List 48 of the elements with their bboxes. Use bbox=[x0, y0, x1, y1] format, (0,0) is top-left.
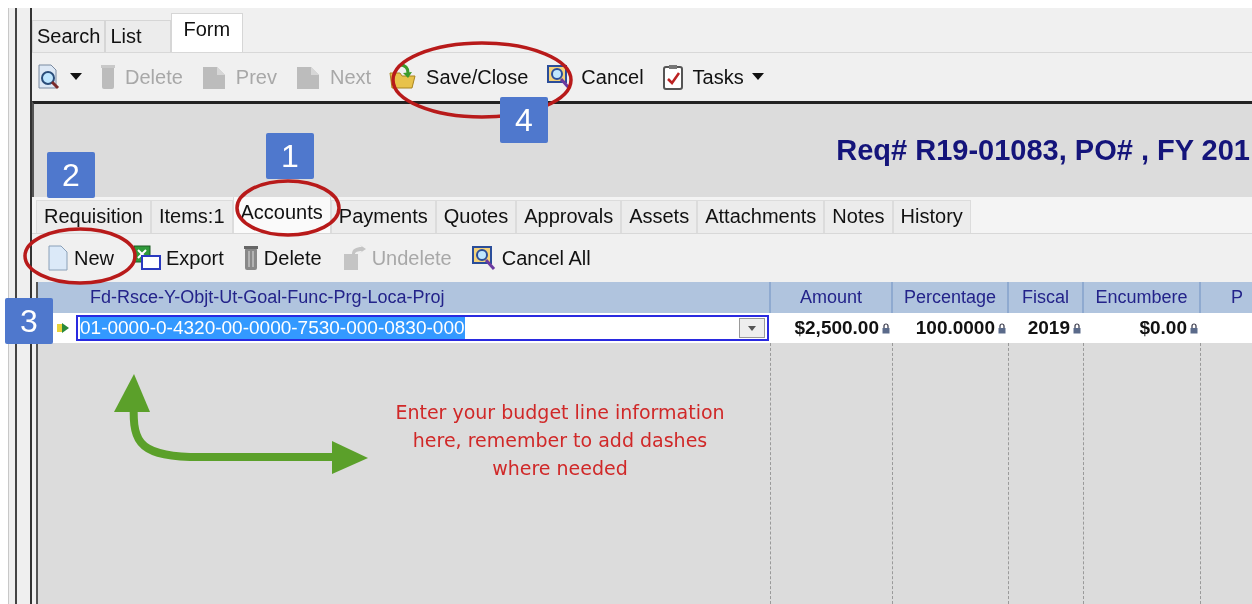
toolbar-button[interactable]: Cancel All bbox=[469, 244, 591, 272]
table-cell: $0.00 bbox=[1139, 317, 1187, 339]
view-tab[interactable]: List bbox=[105, 20, 171, 52]
column-header[interactable]: Fiscal bbox=[1022, 287, 1069, 308]
column-header[interactable]: P bbox=[1231, 287, 1243, 308]
column-header[interactable]: Amount bbox=[799, 287, 862, 308]
callout-badge: 3 bbox=[5, 298, 53, 344]
table-cell: $2,500.00 bbox=[794, 317, 879, 339]
search-icon bbox=[36, 63, 62, 91]
callout-badge: 4 bbox=[500, 97, 548, 143]
record-tab[interactable]: Assets bbox=[621, 200, 698, 233]
record-tab[interactable]: Items:1 bbox=[150, 200, 233, 233]
toolbar-button[interactable] bbox=[36, 63, 82, 91]
spreadsheet-icon bbox=[132, 244, 162, 272]
toolbar-button[interactable]: Export bbox=[132, 244, 224, 272]
record-tab[interactable]: Quotes bbox=[435, 200, 517, 233]
column-header[interactable]: Percentage bbox=[903, 287, 997, 308]
instruction-note: Enter your budget line information here, remember to add dashes where needed bbox=[394, 400, 726, 481]
record-tab[interactable]: Requisition bbox=[36, 200, 151, 233]
table-cell: 100.0000 bbox=[915, 317, 995, 339]
trash-icon bbox=[99, 63, 117, 91]
column-header[interactable]: Encumbere bbox=[1095, 287, 1188, 308]
clipboard-icon bbox=[660, 63, 685, 91]
row-pointer-icon bbox=[56, 322, 70, 334]
caret-icon bbox=[70, 73, 82, 81]
callout-badge: 1 bbox=[266, 133, 314, 179]
view-tab[interactable]: Form bbox=[170, 13, 244, 52]
document-icon bbox=[46, 244, 70, 272]
toolbar-button[interactable]: Save/Close bbox=[388, 63, 529, 91]
record-tab[interactable]: Payments bbox=[330, 200, 436, 233]
cancel-icon bbox=[469, 244, 498, 272]
toolbar-button[interactable]: Tasks bbox=[660, 63, 764, 91]
record-tab[interactable]: History bbox=[892, 200, 971, 233]
dropdown-icon bbox=[739, 318, 765, 338]
table-cell: 2019 bbox=[1027, 317, 1070, 339]
callout-badge: 2 bbox=[47, 152, 95, 198]
record-tab[interactable]: Notes bbox=[824, 200, 893, 233]
caret-icon bbox=[751, 73, 764, 81]
record-title: Req# R19-01083, PO# , FY 201 bbox=[836, 134, 1250, 167]
record-tab[interactable]: Approvals bbox=[516, 200, 622, 233]
folder-icon bbox=[388, 63, 419, 91]
record-tab[interactable]: Attachments bbox=[697, 200, 825, 233]
column-header[interactable]: Fd-Rsce-Y-Objt-Ut-Goal-Func-Prg-Loca-Proj bbox=[90, 287, 445, 308]
toolbar-button[interactable]: Delete bbox=[241, 244, 322, 272]
toolbar-button[interactable]: New bbox=[46, 244, 114, 272]
trash-icon bbox=[241, 244, 260, 272]
view-tab[interactable]: Search bbox=[32, 20, 106, 52]
toolbar-button[interactable]: Cancel bbox=[545, 63, 644, 91]
